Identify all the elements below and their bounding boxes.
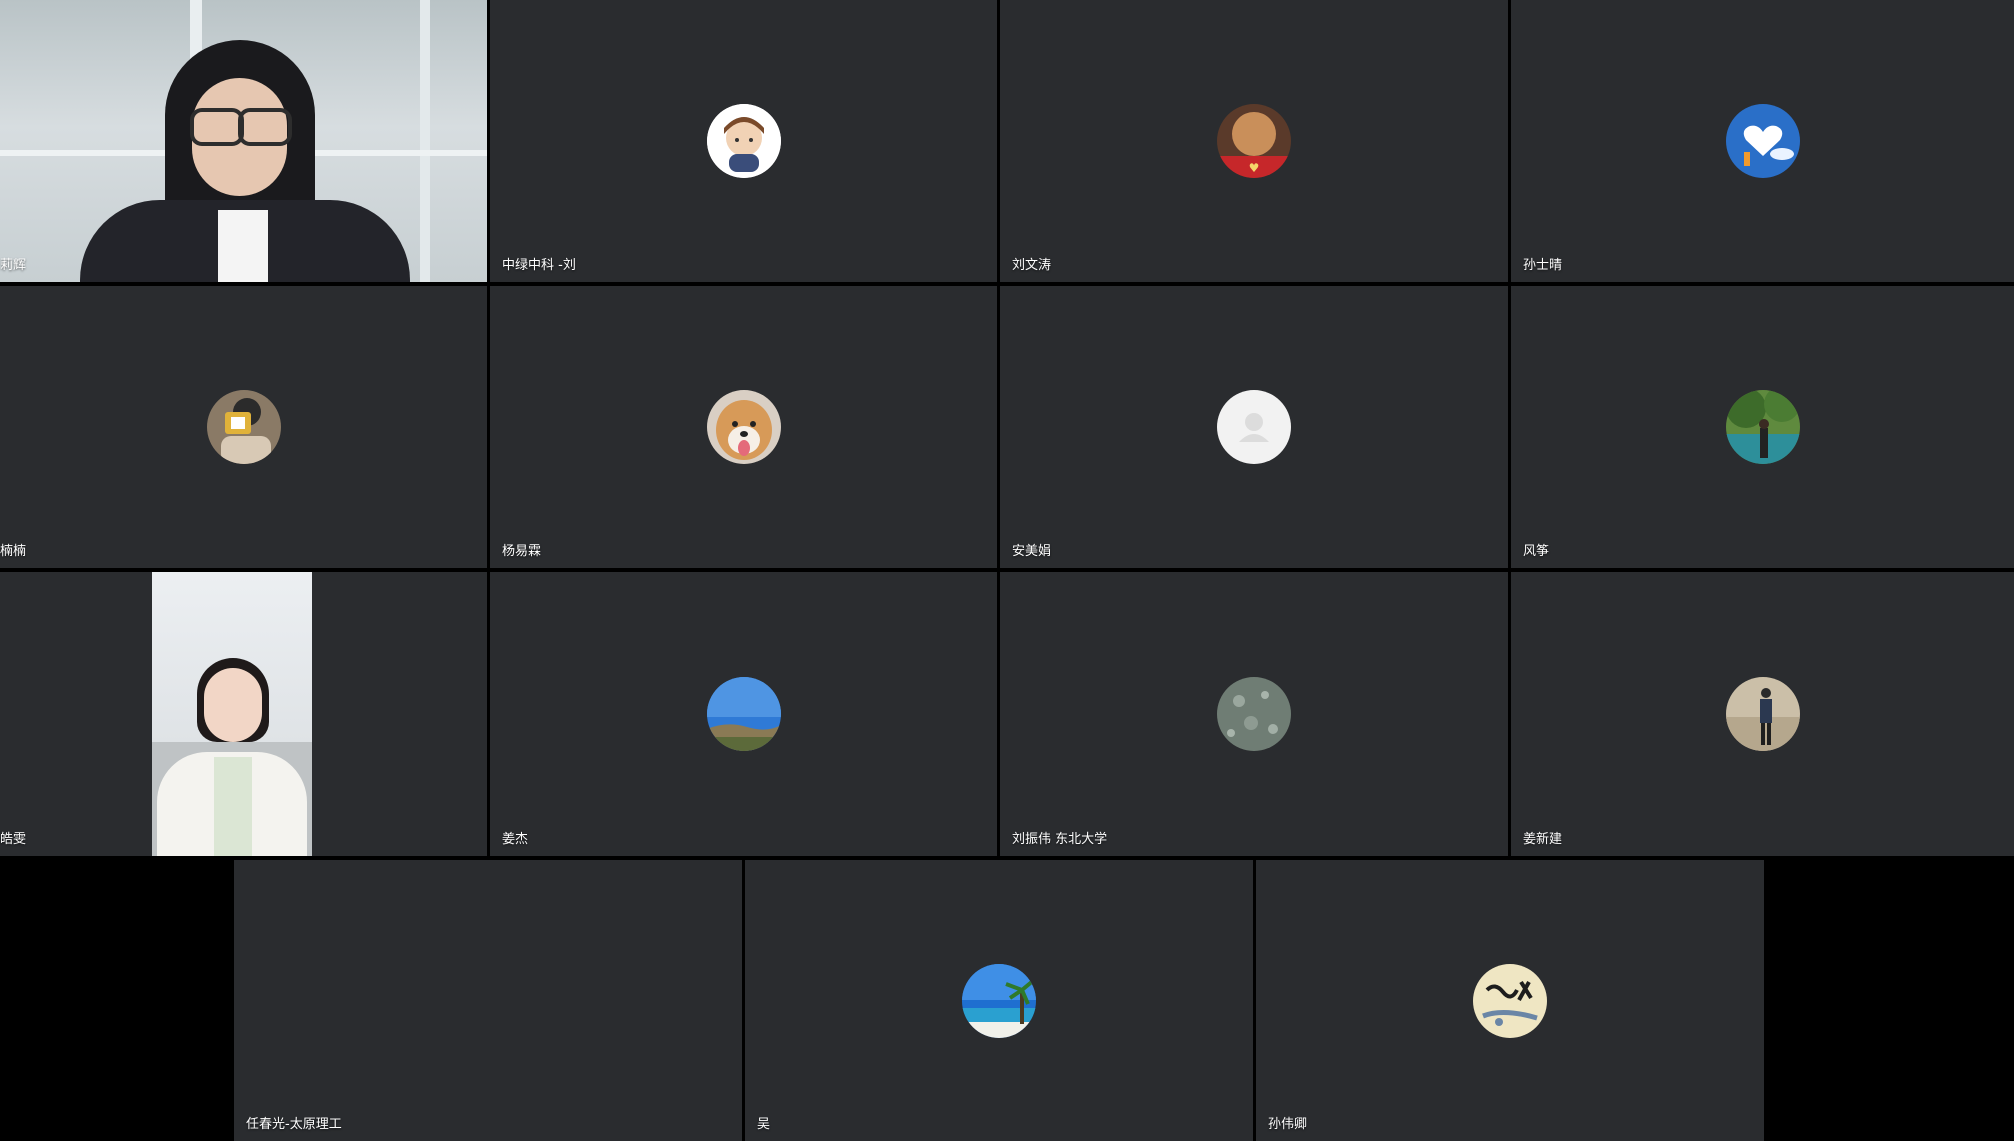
participant-name: 孙伟卿 [1268,1117,1308,1132]
participant-name: 杨易霖 [502,544,542,559]
participant-name: 姜新建 [1523,832,1563,847]
webcam-feed [0,0,487,282]
participant-name: 任春光-太原理工 [246,1117,342,1132]
shiba-dog-avatar-icon [706,390,781,464]
video-grid: 莉辉 中绿中科 -刘 ♥ 刘文涛 孙士晴 楠楠 杨易霖 安美娟 风筝 皓雯 姜杰… [0,0,2014,1141]
participant-tile[interactable]: 中绿中科 -刘 [490,0,997,282]
participant-name: 风筝 [1523,544,1550,559]
participant-tile[interactable]: 孙士晴 [1511,0,2014,282]
participant-tile[interactable]: 楠楠 [0,286,487,568]
participant-name: 安美娟 [1012,544,1052,559]
participant-name: 刘文涛 [1012,258,1052,273]
webcam-feed [152,572,312,856]
china-heart-avatar-icon: ♥ [1217,104,1291,178]
participant-name: 吴 [757,1117,771,1132]
person-desert-avatar-icon [1725,677,1800,751]
cartoon-boy-avatar-icon [706,104,781,178]
participant-name: 中绿中科 -刘 [502,258,576,273]
participant-tile[interactable]: 姜新建 [1511,572,2014,856]
participant-tile[interactable]: 杨易霖 [490,286,997,568]
participant-name: 皓雯 [0,832,27,847]
participant-tile-video[interactable]: 莉辉 [0,0,487,282]
participant-tile[interactable]: 吴 [745,860,1253,1141]
default-user-avatar-icon [1217,390,1291,464]
beach-palm-avatar-icon [962,963,1036,1038]
svg-text:♥: ♥ [1249,161,1260,175]
calligraphy-avatar-icon [1473,963,1547,1038]
tree-person-avatar-icon [1725,390,1800,464]
participant-name: 孙士晴 [1523,258,1563,273]
heart-sky-avatar-icon [1725,104,1800,178]
rain-window-avatar-icon [1217,677,1291,751]
person-photo-avatar-icon [206,390,281,464]
participant-tile[interactable]: 风筝 [1511,286,2014,568]
participant-name: 姜杰 [502,832,529,847]
sky-landscape-avatar-icon [706,677,781,751]
participant-tile[interactable]: 任春光-太原理工 [234,860,742,1141]
participant-tile-video[interactable]: 皓雯 [0,572,487,856]
participant-name: 刘振伟 东北大学 [1012,832,1108,847]
participant-tile[interactable]: 孙伟卿 [1256,860,1764,1141]
participant-tile[interactable]: 刘振伟 东北大学 [1000,572,1508,856]
participant-name: 楠楠 [0,544,27,559]
participant-tile[interactable]: 安美娟 [1000,286,1508,568]
participant-name: 莉辉 [0,258,27,273]
participant-tile[interactable]: 姜杰 [490,572,997,856]
participant-tile[interactable]: ♥ 刘文涛 [1000,0,1508,282]
